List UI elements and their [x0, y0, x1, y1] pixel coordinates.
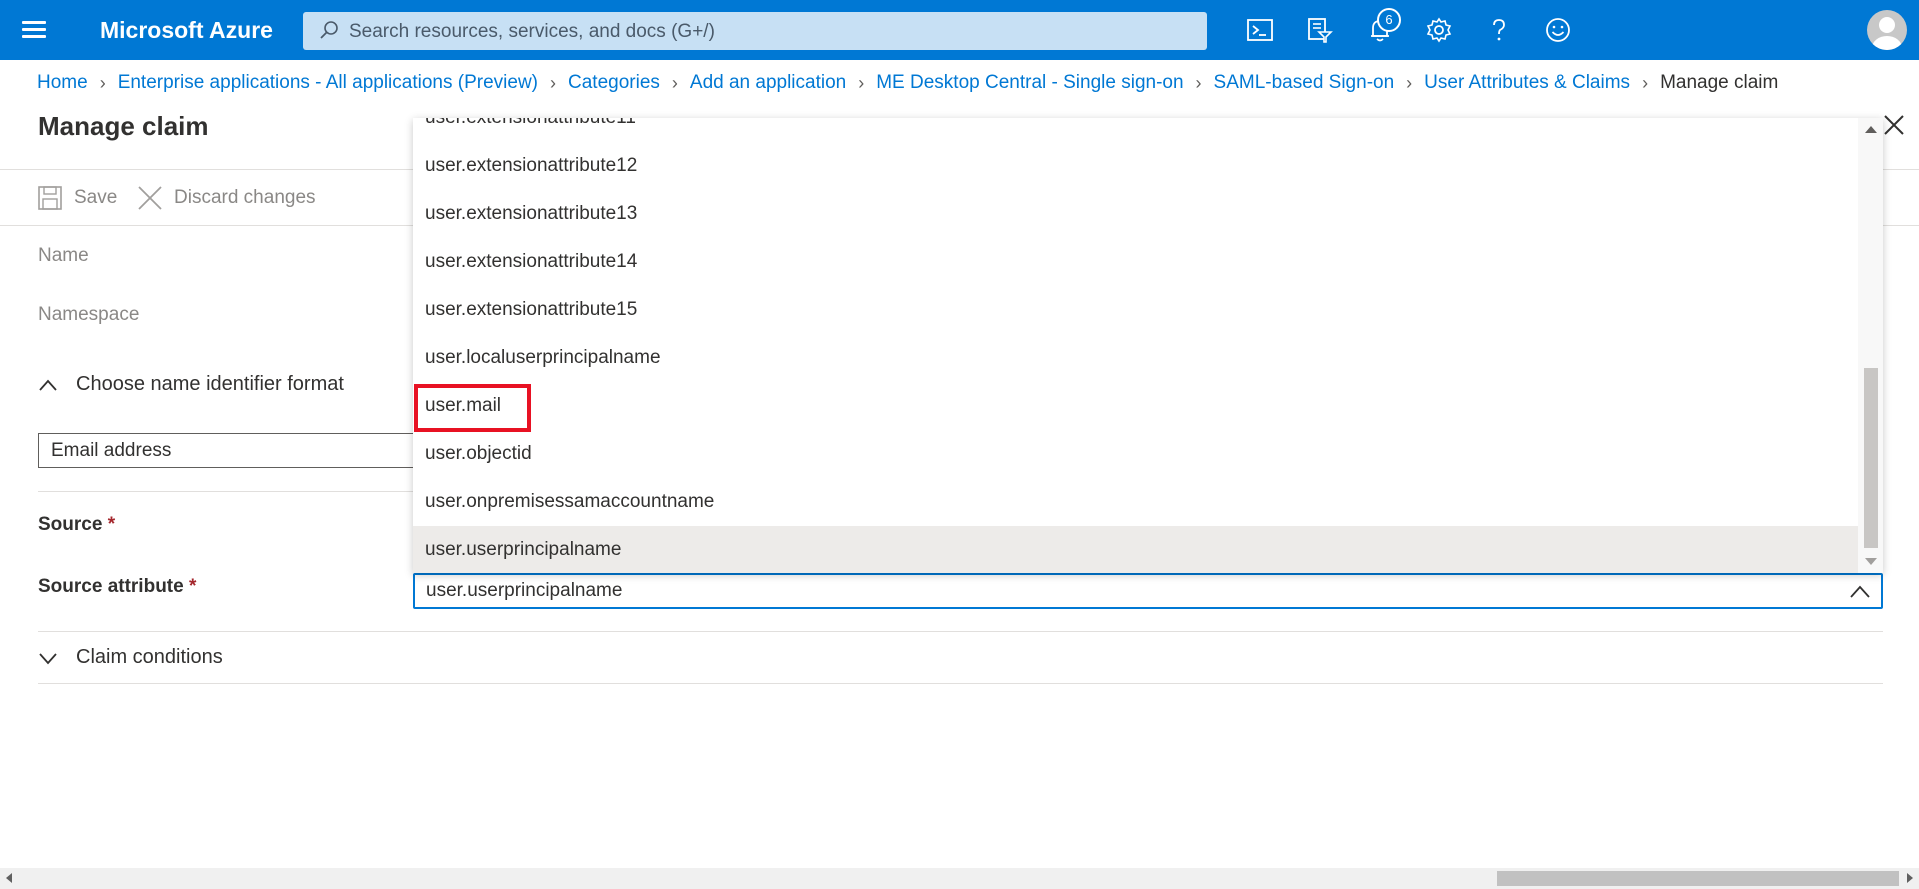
required-indicator: *: [107, 514, 116, 535]
section-divider: [38, 631, 1883, 632]
dropdown-option[interactable]: user.onpremisessamaccountname: [413, 478, 1858, 526]
discard-x-icon: [138, 186, 162, 210]
brand-title[interactable]: Microsoft Azure: [100, 17, 273, 44]
chevron-right-icon: ›: [858, 72, 865, 93]
source-attribute-dropdown-list: user.extensionattribute11 user.extension…: [413, 118, 1883, 573]
chevron-up-icon[interactable]: [1849, 581, 1871, 603]
help-question-icon[interactable]: [1483, 14, 1515, 46]
section-divider: [38, 491, 418, 492]
breadcrumb-enterprise-applications[interactable]: Enterprise applications - All applicatio…: [118, 72, 538, 94]
name-identifier-format-select[interactable]: Email address: [38, 433, 418, 468]
chevron-down-icon: [39, 652, 57, 664]
name-identifier-section-title: Choose name identifier format: [76, 373, 344, 395]
scrollbar-thumb[interactable]: [1864, 368, 1878, 548]
chevron-up-icon: [39, 379, 57, 391]
discard-changes-button[interactable]: Discard changes: [138, 183, 316, 213]
breadcrumb-home[interactable]: Home: [37, 72, 88, 94]
user-avatar[interactable]: [1867, 10, 1907, 50]
source-attribute-label: Source attribute *: [38, 576, 197, 597]
dropdown-option-user-mail[interactable]: user.mail: [413, 382, 1858, 430]
dropdown-option[interactable]: user.extensionattribute12: [413, 142, 1858, 190]
search-icon: [320, 21, 338, 39]
horizontal-scrollbar[interactable]: [0, 868, 1919, 889]
breadcrumb-saml-sign-on[interactable]: SAML-based Sign-on: [1214, 72, 1395, 94]
source-label: Source *: [38, 514, 116, 535]
cloud-shell-icon[interactable]: [1244, 14, 1276, 46]
dropdown-option[interactable]: user.extensionattribute11: [413, 118, 1858, 142]
azure-portal-page: Microsoft Azure Search resources, servic…: [0, 0, 1919, 889]
claim-conditions-toggle[interactable]: Claim conditions: [38, 646, 223, 669]
claim-conditions-title: Claim conditions: [76, 646, 223, 668]
save-label: Save: [74, 187, 118, 208]
required-indicator: *: [188, 576, 197, 597]
save-floppy-icon: [38, 186, 62, 210]
close-icon[interactable]: [1882, 113, 1906, 137]
notification-count-badge: 6: [1377, 8, 1401, 32]
breadcrumb-add-application[interactable]: Add an application: [690, 72, 846, 94]
discard-label: Discard changes: [174, 187, 316, 208]
dropdown-scrollbar[interactable]: [1858, 118, 1883, 573]
source-attribute-value: user.userprincipalname: [426, 580, 623, 601]
name-label: Name: [38, 245, 89, 266]
scrollbar-thumb[interactable]: [1497, 871, 1899, 886]
scroll-up-arrow-icon[interactable]: [1865, 126, 1877, 133]
chevron-right-icon: ›: [550, 72, 556, 93]
breadcrumb-categories[interactable]: Categories: [568, 72, 660, 94]
section-divider: [38, 683, 1883, 684]
name-identifier-section-toggle[interactable]: Choose name identifier format: [38, 373, 344, 396]
save-button[interactable]: Save: [38, 183, 117, 213]
breadcrumb: Home › Enterprise applications - All app…: [37, 70, 1778, 96]
user-silhouette-icon: [1872, 17, 1902, 50]
scroll-down-arrow-icon[interactable]: [1865, 558, 1877, 565]
dropdown-option-selected[interactable]: user.userprincipalname: [413, 526, 1858, 573]
directory-filter-icon[interactable]: [1303, 14, 1335, 46]
breadcrumb-me-desktop-central[interactable]: ME Desktop Central - Single sign-on: [876, 72, 1183, 94]
hamburger-menu-icon[interactable]: [20, 18, 48, 42]
scroll-right-arrow-icon[interactable]: [1907, 873, 1913, 883]
dropdown-option[interactable]: user.extensionattribute13: [413, 190, 1858, 238]
global-search-input[interactable]: Search resources, services, and docs (G+…: [303, 12, 1207, 50]
chevron-right-icon: ›: [671, 72, 678, 93]
breadcrumb-user-attributes-claims[interactable]: User Attributes & Claims: [1424, 72, 1630, 94]
chevron-right-icon: ›: [99, 72, 106, 93]
page-title: Manage claim: [38, 111, 209, 141]
dropdown-option[interactable]: user.extensionattribute15: [413, 286, 1858, 334]
scroll-left-arrow-icon[interactable]: [6, 873, 12, 883]
chevron-right-icon: ›: [1406, 72, 1413, 93]
dropdown-option[interactable]: user.localuserprincipalname: [413, 334, 1858, 382]
settings-gear-icon[interactable]: [1423, 14, 1455, 46]
chevron-right-icon: ›: [1642, 72, 1649, 93]
chevron-right-icon: ›: [1195, 72, 1202, 93]
source-attribute-combobox[interactable]: user.userprincipalname: [413, 573, 1883, 609]
feedback-smiley-icon[interactable]: [1542, 14, 1574, 46]
dropdown-option[interactable]: user.objectid: [413, 430, 1858, 478]
dropdown-option[interactable]: user.extensionattribute14: [413, 238, 1858, 286]
namespace-label: Namespace: [38, 304, 140, 325]
breadcrumb-manage-claim: Manage claim: [1660, 72, 1779, 93]
search-placeholder: Search resources, services, and docs (G+…: [349, 21, 715, 42]
top-navigation-bar: Microsoft Azure Search resources, servic…: [0, 0, 1919, 60]
